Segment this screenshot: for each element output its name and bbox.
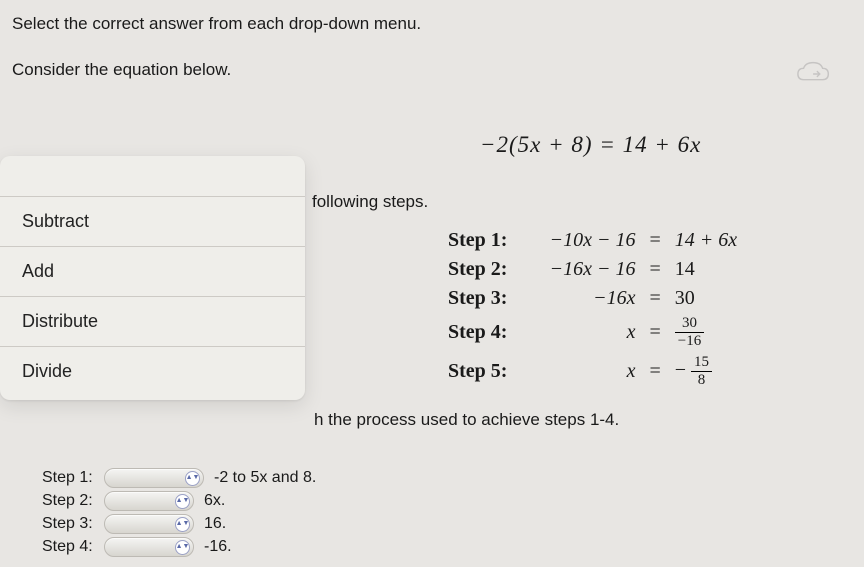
answer-suffix: 6x. — [204, 492, 225, 510]
answer-row: Step 3: ▲▼ 16. — [42, 514, 316, 534]
dropdown-step4[interactable]: ▲▼ — [104, 537, 194, 557]
main-equation: −2(5x + 8) = 14 + 6x — [480, 132, 701, 158]
answer-label: Step 1: — [42, 469, 104, 487]
dropdown-step2[interactable]: ▲▼ — [104, 491, 194, 511]
dropdown-option-add[interactable]: Add — [0, 246, 305, 296]
consider-text: Consider the equation below. — [12, 60, 844, 80]
answer-label: Step 4: — [42, 538, 104, 556]
step-row: Step 4: x = 30 −16 — [442, 314, 743, 351]
following-steps-text: following steps. — [312, 192, 428, 212]
answer-row: Step 4: ▲▼ -16. — [42, 537, 316, 557]
answer-row: Step 2: ▲▼ 6x. — [42, 491, 316, 511]
chevron-updown-icon: ▲▼ — [185, 471, 200, 486]
step-row: Step 5: x = − 15 8 — [442, 353, 743, 390]
answer-suffix: -2 to 5x and 8. — [214, 469, 316, 487]
answer-label: Step 3: — [42, 515, 104, 533]
answer-label: Step 2: — [42, 492, 104, 510]
step-row: Step 2: −16x − 16 = 14 — [442, 256, 743, 283]
answer-dropdowns: Step 1: ▲▼ -2 to 5x and 8. Step 2: ▲▼ 6x… — [42, 468, 316, 560]
dropdown-option-subtract[interactable]: Subtract — [0, 196, 305, 246]
answer-suffix: -16. — [204, 538, 232, 556]
chevron-updown-icon: ▲▼ — [175, 517, 190, 532]
instruction-text: Select the correct answer from each drop… — [12, 14, 844, 34]
fraction: 15 8 — [691, 355, 712, 388]
redo-icon[interactable] — [796, 60, 834, 88]
worked-steps: Step 1: −10x − 16 = 14 + 6x Step 2: −16x… — [440, 225, 745, 392]
fraction: 30 −16 — [675, 316, 704, 349]
answer-suffix: 16. — [204, 515, 226, 533]
step-row: Step 3: −16x = 30 — [442, 285, 743, 312]
step-row: Step 1: −10x − 16 = 14 + 6x — [442, 227, 743, 254]
dropdown-option-divide[interactable]: Divide — [0, 346, 305, 400]
dropdown-menu[interactable]: Subtract Add Distribute Divide — [0, 156, 305, 400]
dropdown-option-distribute[interactable]: Distribute — [0, 296, 305, 346]
chevron-updown-icon: ▲▼ — [175, 494, 190, 509]
process-text: h the process used to achieve steps 1-4. — [314, 410, 619, 430]
chevron-updown-icon: ▲▼ — [175, 540, 190, 555]
dropdown-step1[interactable]: ▲▼ — [104, 468, 204, 488]
dropdown-step3[interactable]: ▲▼ — [104, 514, 194, 534]
answer-row: Step 1: ▲▼ -2 to 5x and 8. — [42, 468, 316, 488]
